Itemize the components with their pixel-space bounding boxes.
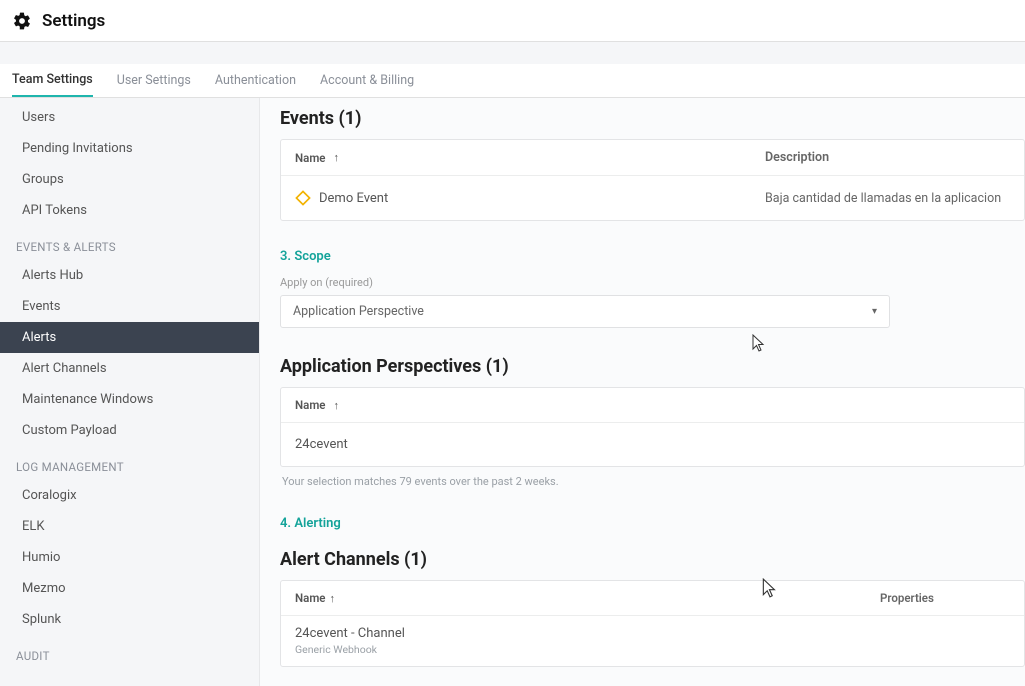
sidebar-item-events[interactable]: Events xyxy=(0,291,259,322)
diamond-icon xyxy=(295,190,311,206)
app-header: Settings xyxy=(0,0,1025,42)
sidebar-item-api-tokens[interactable]: API Tokens xyxy=(0,195,259,226)
page-title: Settings xyxy=(42,11,105,31)
scope-select[interactable]: Application Perspective ▾ xyxy=(280,295,890,328)
sidebar-item-humio[interactable]: Humio xyxy=(0,542,259,573)
main-content: Events (1) Name ↑ Description Demo Event xyxy=(260,98,1025,686)
alert-channels-col-name-label: Name xyxy=(295,591,326,605)
sidebar-group-log-management: LOG MANAGEMENT xyxy=(0,446,259,480)
app-perspectives-col-name[interactable]: Name ↑ xyxy=(295,398,765,412)
scope-step-label: 3. Scope xyxy=(280,249,1025,264)
sidebar-item-users[interactable]: Users xyxy=(0,102,259,133)
sidebar-item-alert-channels[interactable]: Alert Channels xyxy=(0,353,259,384)
alert-channel-row-name: 24cevent - Channel xyxy=(295,626,405,641)
sidebar-item-pending-invitations[interactable]: Pending Invitations xyxy=(0,133,259,164)
tab-team-settings[interactable]: Team Settings xyxy=(12,64,93,97)
events-section-title: Events (1) xyxy=(280,108,1025,129)
sidebar-group-events-alerts: EVENTS & ALERTS xyxy=(0,226,259,260)
scope-apply-label: Apply on (required) xyxy=(280,276,1025,289)
scope-select-value: Application Perspective xyxy=(293,304,424,319)
alerting-step-label: 4. Alerting xyxy=(280,516,1025,531)
app-perspectives-title: Application Perspectives (1) xyxy=(280,356,1025,377)
sidebar-item-alerts[interactable]: Alerts xyxy=(0,322,259,353)
sort-asc-icon: ↑ xyxy=(330,592,336,605)
events-table: Name ↑ Description Demo Event Baja canti… xyxy=(280,139,1025,221)
gear-icon xyxy=(12,11,32,31)
sidebar-item-alerts-hub[interactable]: Alerts Hub xyxy=(0,260,259,291)
sort-asc-icon: ↑ xyxy=(334,399,340,412)
alert-channels-col-name[interactable]: Name ↑ xyxy=(295,591,880,605)
events-col-description[interactable]: Description xyxy=(765,150,1010,165)
sort-asc-icon: ↑ xyxy=(334,151,340,164)
app-perspectives-table: Name ↑ 24cevent xyxy=(280,387,1025,467)
sidebar-item-mezmo[interactable]: Mezmo xyxy=(0,573,259,604)
events-col-name[interactable]: Name ↑ xyxy=(295,150,765,165)
app-perspectives-row[interactable]: 24cevent xyxy=(281,423,1024,466)
sidebar: Users Pending Invitations Groups API Tok… xyxy=(0,98,260,686)
alert-channels-row[interactable]: 24cevent - Channel Generic Webhook xyxy=(281,616,1024,666)
sidebar-item-splunk[interactable]: Splunk xyxy=(0,604,259,635)
chevron-down-icon: ▾ xyxy=(872,306,877,317)
alert-channel-row-subtype: Generic Webhook xyxy=(295,643,377,656)
sidebar-item-coralogix[interactable]: Coralogix xyxy=(0,480,259,511)
events-col-name-label: Name xyxy=(295,151,326,165)
scope-match-hint: Your selection matches 79 events over th… xyxy=(282,475,1025,488)
event-row-name: Demo Event xyxy=(319,191,388,206)
sidebar-group-audit: AUDIT xyxy=(0,635,259,669)
alert-channels-table: Name ↑ Properties 24cevent - Channel Gen… xyxy=(280,580,1025,667)
alert-channels-title: Alert Channels (1) xyxy=(280,549,1025,570)
sidebar-item-custom-payload[interactable]: Custom Payload xyxy=(0,415,259,446)
event-row-description: Baja cantidad de llamadas en la aplicaci… xyxy=(765,191,1010,206)
events-table-row[interactable]: Demo Event Baja cantidad de llamadas en … xyxy=(281,176,1024,220)
app-perspective-row-name: 24cevent xyxy=(295,437,348,452)
sidebar-item-groups[interactable]: Groups xyxy=(0,164,259,195)
app-perspectives-col-name-label: Name xyxy=(295,398,326,412)
tab-account-billing[interactable]: Account & Billing xyxy=(320,64,414,97)
sidebar-item-elk[interactable]: ELK xyxy=(0,511,259,542)
tab-user-settings[interactable]: User Settings xyxy=(117,64,191,97)
tab-authentication[interactable]: Authentication xyxy=(215,64,296,97)
alert-channels-col-properties[interactable]: Properties xyxy=(880,591,1010,605)
sidebar-item-maintenance-windows[interactable]: Maintenance Windows xyxy=(0,384,259,415)
top-tabs: Team Settings User Settings Authenticati… xyxy=(0,64,1025,98)
